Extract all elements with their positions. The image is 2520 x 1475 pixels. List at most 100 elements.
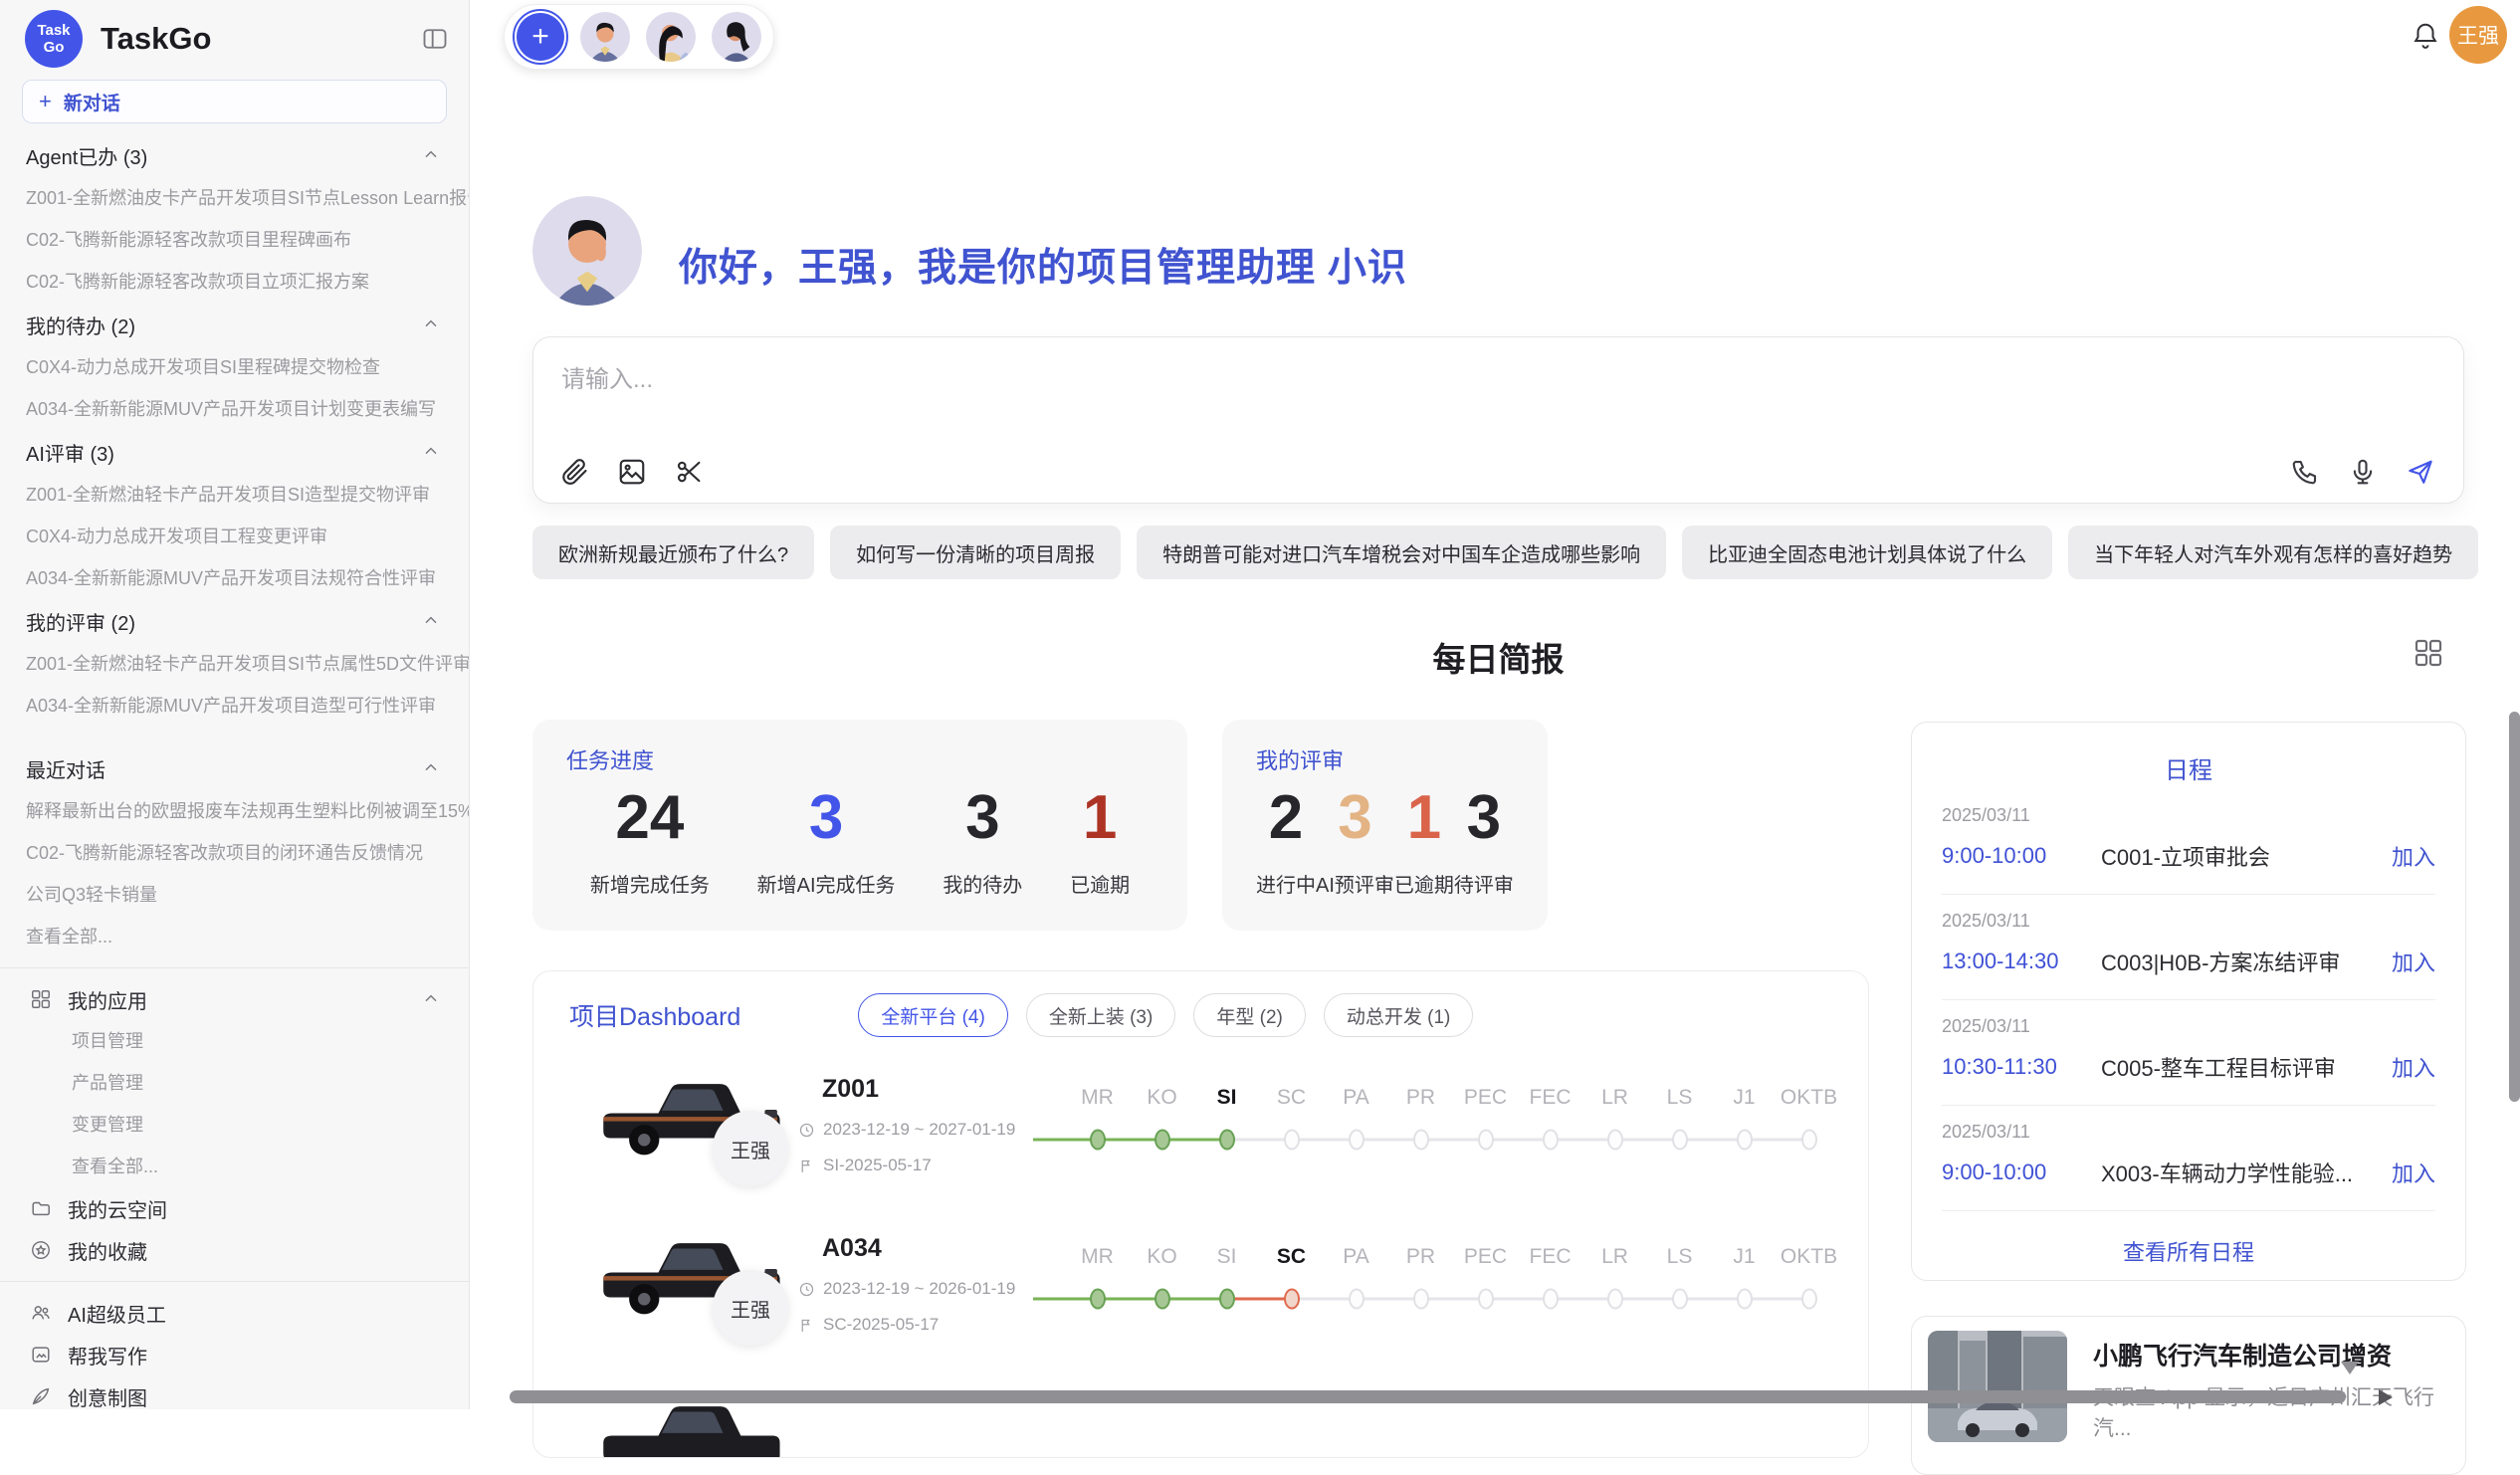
app-item[interactable]: 产品管理	[0, 1062, 469, 1104]
chevron-up-icon[interactable]	[421, 611, 441, 631]
milestone[interactable]: OKTB	[1777, 1242, 1841, 1320]
milestone[interactable]: MR	[1065, 1242, 1130, 1320]
microphone-icon[interactable]	[2348, 457, 2378, 487]
milestone[interactable]: J1	[1712, 1242, 1777, 1320]
tool-help-write[interactable]: 帮我写作	[0, 1334, 469, 1375]
milestone[interactable]: LR	[1582, 1242, 1647, 1320]
milestone-dot	[1155, 1130, 1170, 1151]
sidebar-task-item[interactable]: C02-飞腾新能源轻客改款项目立项汇报方案	[0, 261, 469, 303]
schedule-time: 13:00-14:30	[1942, 948, 2101, 974]
schedule-item: 2025/03/11 10:30-11:30 C005-整车工程目标评审 加入	[1942, 1000, 2435, 1106]
milestone[interactable]: PA	[1324, 1083, 1388, 1160]
user-avatar[interactable]: 王强	[2449, 6, 2507, 64]
assistant-avatar-1[interactable]	[580, 12, 630, 62]
milestone[interactable]: KO	[1130, 1083, 1194, 1160]
scissors-icon[interactable]	[675, 457, 705, 487]
milestone[interactable]: LS	[1647, 1242, 1712, 1320]
new-chat-button[interactable]: + 新对话	[22, 80, 447, 123]
milestone[interactable]: MR	[1065, 1083, 1130, 1160]
milestone[interactable]: PR	[1388, 1242, 1453, 1320]
milestone[interactable]: PR	[1388, 1083, 1453, 1160]
suggestion-chip[interactable]: 欧洲新规最近颁布了什么?	[532, 526, 814, 579]
milestone[interactable]: PA	[1324, 1242, 1388, 1320]
image-upload-icon[interactable]	[617, 457, 647, 487]
project-row[interactable]: 王强 Z001 2023-12-19 ~ 2027-01-19 SI-2025-…	[533, 1059, 1868, 1218]
chevron-up-icon[interactable]	[421, 758, 441, 778]
scroll-down-arrow-icon[interactable]	[2341, 1362, 2359, 1374]
milestone[interactable]: PEC	[1453, 1083, 1518, 1160]
dashboard-tab[interactable]: 年型 (2)	[1193, 993, 1306, 1037]
recent-view-all[interactable]: 查看全部...	[0, 916, 469, 957]
milestone[interactable]: PEC	[1453, 1242, 1518, 1320]
send-icon[interactable]	[2406, 457, 2435, 487]
milestone[interactable]: SC	[1259, 1242, 1324, 1320]
milestone[interactable]: FEC	[1518, 1083, 1582, 1160]
horizontal-scrollbar[interactable]	[510, 1390, 2346, 1403]
view-all-schedule-link[interactable]: 查看所有日程	[1912, 1235, 2465, 1267]
sidebar-task-item[interactable]: C0X4-动力总成开发项目工程变更评审	[0, 516, 469, 557]
suggestion-chip[interactable]: 当下年轻人对汽车外观有怎样的喜好趋势	[2068, 526, 2478, 579]
chat-input[interactable]	[561, 359, 2432, 429]
my-apps-header[interactable]: 我的应用	[0, 978, 469, 1020]
notification-bell-icon[interactable]	[2411, 20, 2440, 52]
section-header[interactable]: Agent已办 (3)	[0, 133, 469, 177]
sidebar-task-item[interactable]: C0X4-动力总成开发项目SI里程碑提交物检查	[0, 346, 469, 388]
sidebar-task-item[interactable]: A034-全新新能源MUV产品开发项目计划变更表编写	[0, 388, 469, 430]
milestone[interactable]: SI	[1194, 1083, 1259, 1160]
tool-ai-employee[interactable]: AI超级员工	[0, 1292, 469, 1334]
my-favorites[interactable]: 我的收藏	[0, 1229, 469, 1271]
milestone[interactable]: KO	[1130, 1242, 1194, 1320]
sidebar-task-item[interactable]: Z001-全新燃油轻卡产品开发项目SI节点属性5D文件评审	[0, 643, 469, 685]
milestone[interactable]: SC	[1259, 1083, 1324, 1160]
milestone[interactable]: J1	[1712, 1083, 1777, 1160]
section-header[interactable]: AI评审 (3)	[0, 430, 469, 474]
apps-view-all[interactable]: 查看全部...	[0, 1146, 469, 1187]
milestone[interactable]: SI	[1194, 1242, 1259, 1320]
suggestion-chip[interactable]: 比亚迪全固态电池计划具体说了什么	[1682, 526, 2052, 579]
join-meeting-link[interactable]: 加入	[2392, 1051, 2435, 1083]
join-meeting-link[interactable]: 加入	[2392, 840, 2435, 872]
add-assistant-button[interactable]: +	[517, 13, 564, 61]
assistant-avatar-3[interactable]	[712, 12, 761, 62]
join-meeting-link[interactable]: 加入	[2392, 946, 2435, 977]
vertical-scrollbar[interactable]	[2509, 712, 2520, 1102]
project-row[interactable]: 王强 A034 2023-12-19 ~ 2026-01-19 SC-2025-…	[533, 1218, 1868, 1377]
dashboard-tab[interactable]: 全新上装 (3)	[1026, 993, 1176, 1037]
dashboard-tab[interactable]: 全新平台 (4)	[858, 993, 1008, 1037]
sidebar-task-item[interactable]: A034-全新新能源MUV产品开发项目法规符合性评审	[0, 557, 469, 599]
attachment-icon[interactable]	[559, 457, 589, 487]
scroll-right-arrow-icon[interactable]	[2379, 1389, 2393, 1405]
milestone[interactable]: FEC	[1518, 1242, 1582, 1320]
recent-chat-item[interactable]: 解释最新出台的欧盟报废车法规再生塑料比例被调至15%...	[0, 790, 469, 832]
phone-call-icon[interactable]	[2290, 457, 2320, 487]
section-header[interactable]: 我的评审 (2)	[0, 599, 469, 643]
join-meeting-link[interactable]: 加入	[2392, 1157, 2435, 1188]
sidebar-task-item[interactable]: Z001-全新燃油轻卡产品开发项目SI造型提交物评审	[0, 474, 469, 516]
sidebar-task-item[interactable]: A034-全新新能源MUV产品开发项目造型可行性评审	[0, 685, 469, 727]
app-item[interactable]: 变更管理	[0, 1104, 469, 1146]
chevron-up-icon[interactable]	[421, 145, 441, 165]
recent-chat-item[interactable]: C02-飞腾新能源轻客改款项目的闭环通告反馈情况	[0, 832, 469, 874]
milestone[interactable]: LS	[1647, 1083, 1712, 1160]
chevron-up-icon[interactable]	[421, 989, 441, 1009]
dashboard-tab[interactable]: 动总开发 (1)	[1324, 993, 1474, 1037]
recent-chats-header[interactable]: 最近对话	[0, 746, 469, 790]
flag-icon	[798, 1317, 815, 1334]
layout-grid-icon[interactable]	[2413, 637, 2444, 669]
recent-chat-item[interactable]: 公司Q3轻卡销量	[0, 874, 469, 916]
sidebar-collapse-icon[interactable]	[421, 25, 449, 53]
assistant-avatar-2[interactable]	[646, 12, 696, 62]
chevron-up-icon[interactable]	[421, 315, 441, 334]
chevron-up-icon[interactable]	[421, 442, 441, 462]
section-header[interactable]: 我的待办 (2)	[0, 303, 469, 346]
sidebar-task-item[interactable]: C02-飞腾新能源轻客改款项目里程碑画布	[0, 219, 469, 261]
my-cloud-space[interactable]: 我的云空间	[0, 1187, 469, 1229]
sidebar-task-item[interactable]: Z001-全新燃油皮卡产品开发项目SI节点Lesson Learn报告	[0, 177, 469, 219]
suggestion-chip[interactable]: 特朗普可能对进口汽车增税会对中国车企造成哪些影响	[1137, 526, 1666, 579]
tool-creative-draw[interactable]: 创意制图	[0, 1375, 469, 1409]
apps-grid-icon	[30, 988, 52, 1010]
app-item[interactable]: 项目管理	[0, 1020, 469, 1062]
milestone[interactable]: LR	[1582, 1083, 1647, 1160]
milestone[interactable]: OKTB	[1777, 1083, 1841, 1160]
suggestion-chip[interactable]: 如何写一份清晰的项目周报	[830, 526, 1121, 579]
